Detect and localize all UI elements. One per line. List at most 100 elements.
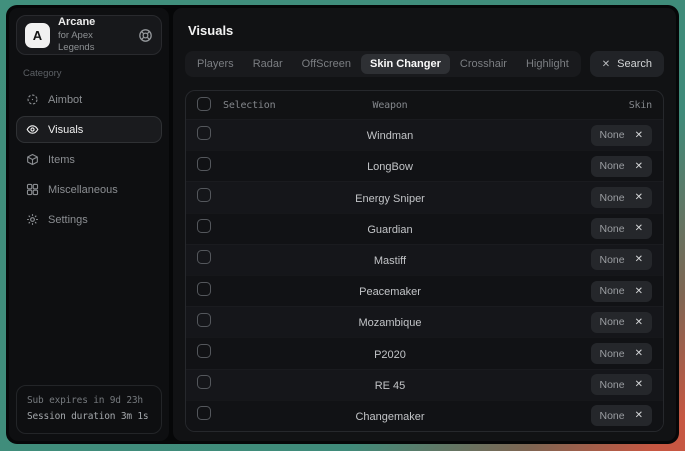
skin-value: None xyxy=(600,254,625,266)
sidebar-item-label: Aimbot xyxy=(48,94,82,106)
row-checkbox[interactable] xyxy=(197,375,211,389)
skin-value: None xyxy=(600,129,625,141)
clear-skin-icon[interactable]: ✕ xyxy=(635,410,643,421)
skin-changer-table: Selection Weapon Skin WindmanNone✕LongBo… xyxy=(185,90,664,432)
main-panel: Visuals PlayersRadarOffScreenSkin Change… xyxy=(173,8,676,441)
sidebar-item-visuals[interactable]: Visuals xyxy=(16,116,162,143)
tab-highlight[interactable]: Highlight xyxy=(517,54,578,74)
skin-select[interactable]: None ✕ xyxy=(591,343,653,364)
clear-skin-icon[interactable]: ✕ xyxy=(635,254,643,265)
search-label: Search xyxy=(617,58,652,70)
sidebar-item-label: Miscellaneous xyxy=(48,184,118,196)
header-skin: Skin xyxy=(465,100,652,111)
row-checkbox[interactable] xyxy=(197,250,211,264)
sidebar-nav: Aimbot Visuals Items Miscellaneous Settings xyxy=(16,86,162,233)
app-logo-letter: A xyxy=(33,28,42,43)
target-icon[interactable] xyxy=(138,28,153,43)
weapon-name: Energy Sniper xyxy=(355,193,425,205)
tab-bar: PlayersRadarOffScreenSkin ChangerCrossha… xyxy=(185,51,581,77)
row-checkbox[interactable] xyxy=(197,344,211,358)
app-window: A Arcane for Apex Legends Category Aimbo… xyxy=(6,5,679,444)
tab-crosshair[interactable]: Crosshair xyxy=(451,54,516,74)
clear-skin-icon[interactable]: ✕ xyxy=(635,161,643,172)
table-header: Selection Weapon Skin xyxy=(186,91,663,119)
app-logo: A xyxy=(25,23,50,48)
clear-skin-icon[interactable]: ✕ xyxy=(635,192,643,203)
tab-offscreen[interactable]: OffScreen xyxy=(293,54,360,74)
skin-value: None xyxy=(600,160,625,172)
table-row: Mozambique None✕ xyxy=(186,306,663,337)
table-row: LongBow None ✕ xyxy=(186,150,663,181)
weapon-name: Changemaker xyxy=(355,411,424,423)
clear-skin-icon[interactable]: ✕ xyxy=(635,286,643,297)
search-button[interactable]: ✕ Search xyxy=(590,51,664,77)
skin-value: None xyxy=(600,410,625,422)
clear-skin-icon[interactable]: ✕ xyxy=(635,348,643,359)
session-duration-text: Session duration 3m 1s xyxy=(27,409,151,426)
box-icon xyxy=(26,153,39,166)
skin-select[interactable]: None ✕ xyxy=(591,405,653,426)
skin-select[interactable]: None ✕ xyxy=(591,374,653,395)
row-checkbox[interactable] xyxy=(197,406,211,420)
tab-radar[interactable]: Radar xyxy=(244,54,292,74)
table-row: RE 45 None ✕ xyxy=(186,369,663,400)
skin-value: None xyxy=(600,223,625,235)
sidebar: A Arcane for Apex Legends Category Aimbo… xyxy=(9,8,169,441)
clear-skin-icon[interactable]: ✕ xyxy=(635,223,643,234)
category-label: Category xyxy=(23,68,155,79)
sub-expiry-text: Sub expires in 9d 23h xyxy=(27,393,151,410)
weapon-name: Windman xyxy=(367,130,413,142)
skin-value: None xyxy=(600,348,625,360)
row-checkbox[interactable] xyxy=(197,126,211,140)
clear-skin-icon[interactable]: ✕ xyxy=(635,317,643,328)
table-row: P2020 None ✕ xyxy=(186,337,663,368)
toolbar: PlayersRadarOffScreenSkin ChangerCrossha… xyxy=(185,51,664,77)
desktop-background: A Arcane for Apex Legends Category Aimbo… xyxy=(0,0,685,451)
tab-players[interactable]: Players xyxy=(188,54,243,74)
skin-select[interactable]: None ✕ xyxy=(591,156,653,177)
sidebar-item-aimbot[interactable]: Aimbot xyxy=(16,86,162,113)
app-title: Arcane xyxy=(58,16,130,30)
header-weapon: Weapon xyxy=(315,100,465,111)
row-checkbox[interactable] xyxy=(197,157,211,171)
table-body: WindmanNone✕LongBowNone✕Energy SniperNon… xyxy=(186,119,663,431)
skin-select[interactable]: None ✕ xyxy=(591,218,653,239)
clear-skin-icon[interactable]: ✕ xyxy=(635,130,643,141)
row-checkbox[interactable] xyxy=(197,219,211,233)
sidebar-item-label: Items xyxy=(48,154,75,166)
grid-icon xyxy=(26,183,39,196)
app-meta: Arcane for Apex Legends xyxy=(58,16,130,54)
weapon-name: P2020 xyxy=(374,349,406,361)
skin-value: None xyxy=(600,285,625,297)
table-row: Changemaker None ✕ xyxy=(186,400,663,431)
table-row: MastiffNone✕ xyxy=(186,244,663,275)
row-checkbox[interactable] xyxy=(197,188,211,202)
clear-skin-icon[interactable]: ✕ xyxy=(635,379,643,390)
app-header-card: A Arcane for Apex Legends xyxy=(16,15,162,55)
header-selection: Selection xyxy=(223,100,315,111)
table-row: Energy Sniper None✕ xyxy=(186,181,663,212)
sidebar-item-settings[interactable]: Settings xyxy=(16,206,162,233)
skin-select[interactable]: None ✕ xyxy=(591,281,653,302)
weapon-name: RE 45 xyxy=(375,380,406,392)
sidebar-item-items[interactable]: Items xyxy=(16,146,162,173)
sidebar-item-label: Visuals xyxy=(48,124,83,136)
weapon-name: LongBow xyxy=(367,161,413,173)
skin-select[interactable]: None✕ xyxy=(591,312,653,333)
row-checkbox[interactable] xyxy=(197,282,211,296)
page-title: Visuals xyxy=(188,23,662,38)
skin-select[interactable]: None✕ xyxy=(591,187,653,208)
skin-select[interactable]: None ✕ xyxy=(591,125,653,146)
weapon-name: Mozambique xyxy=(359,317,422,329)
sidebar-item-miscellaneous[interactable]: Miscellaneous xyxy=(16,176,162,203)
app-subtitle: for Apex Legends xyxy=(58,30,130,54)
tab-skin-changer[interactable]: Skin Changer xyxy=(361,54,450,74)
weapon-name: Peacemaker xyxy=(359,286,421,298)
row-checkbox[interactable] xyxy=(197,313,211,327)
eye-icon xyxy=(26,123,39,136)
skin-value: None xyxy=(600,379,625,391)
select-all-checkbox[interactable] xyxy=(197,97,211,111)
table-row: Peacemaker None ✕ xyxy=(186,275,663,306)
gear-icon xyxy=(26,213,39,226)
skin-select[interactable]: None ✕ xyxy=(591,249,653,270)
